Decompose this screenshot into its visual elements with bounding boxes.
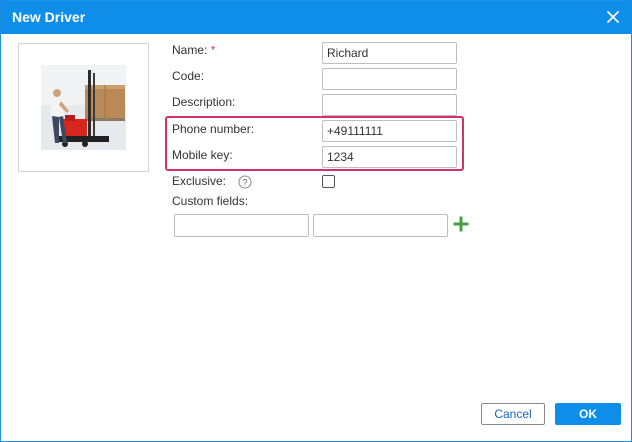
name-label: Name: * bbox=[172, 43, 216, 57]
name-field[interactable] bbox=[322, 42, 457, 64]
description-field[interactable] bbox=[322, 94, 457, 116]
description-label: Description: bbox=[172, 95, 236, 109]
ok-button[interactable]: OK bbox=[555, 403, 621, 425]
forklift-driver-photo bbox=[41, 65, 126, 150]
mobile-key-label: Mobile key: bbox=[172, 148, 233, 162]
phone-number-field[interactable] bbox=[322, 120, 457, 142]
dialog-title: New Driver bbox=[12, 9, 86, 25]
plus-icon[interactable] bbox=[453, 216, 469, 232]
cancel-button[interactable]: Cancel bbox=[481, 403, 545, 425]
custom-fields-label: Custom fields: bbox=[172, 194, 249, 208]
svg-text:?: ? bbox=[242, 178, 247, 188]
code-label: Code: bbox=[172, 69, 205, 83]
mobile-key-field[interactable] bbox=[322, 146, 457, 168]
close-icon[interactable] bbox=[605, 9, 621, 25]
custom-field-key-input[interactable] bbox=[174, 214, 309, 237]
phone-number-label: Phone number: bbox=[172, 122, 255, 136]
custom-field-value-input[interactable] bbox=[313, 214, 448, 237]
code-field[interactable] bbox=[322, 68, 457, 90]
exclusive-checkbox[interactable] bbox=[322, 175, 335, 188]
exclusive-label: Exclusive: bbox=[172, 174, 227, 188]
driver-photo-frame[interactable] bbox=[18, 43, 149, 172]
required-marker: * bbox=[210, 43, 216, 57]
dialog-titlebar: New Driver bbox=[1, 1, 631, 34]
new-driver-dialog: New Driver Name: * Richard Code: Descrip… bbox=[0, 0, 632, 442]
question-circle-icon[interactable]: ? bbox=[238, 175, 252, 189]
